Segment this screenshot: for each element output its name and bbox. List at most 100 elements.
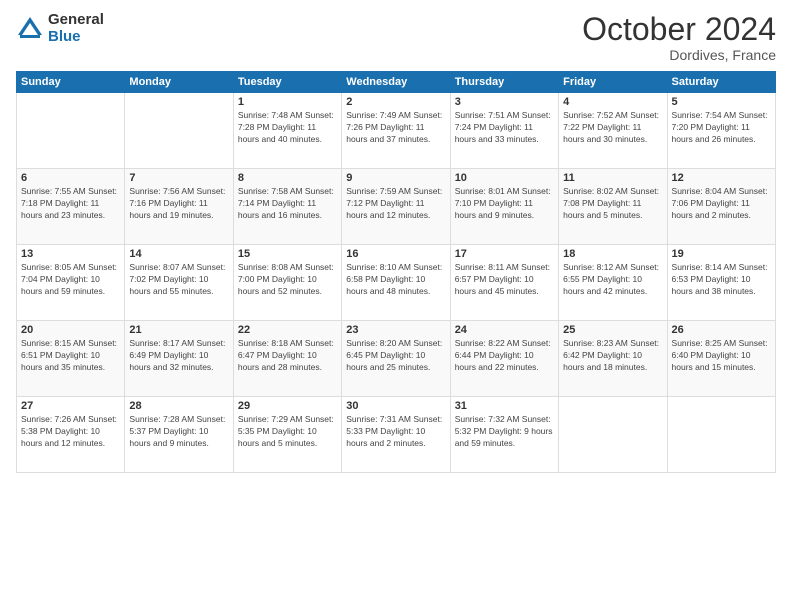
day-number: 31 xyxy=(455,400,554,412)
day-number: 27 xyxy=(21,400,120,412)
calendar-cell: 27 Sunrise: 7:26 AM Sunset: 5:38 PM Dayli… xyxy=(17,397,125,473)
calendar-table: Sunday Monday Tuesday Wednesday Thursday… xyxy=(16,71,776,473)
calendar-cell: 2 Sunrise: 7:49 AM Sunset: 7:26 PM Daylig… xyxy=(342,93,450,169)
day-info: Sunrise: 7:28 AM Sunset: 5:37 PM Dayligh… xyxy=(129,414,228,450)
calendar-cell: 1 Sunrise: 7:48 AM Sunset: 7:28 PM Daylig… xyxy=(233,93,341,169)
day-info: Sunrise: 7:58 AM Sunset: 7:14 PM Dayligh… xyxy=(238,186,337,222)
calendar-cell xyxy=(17,93,125,169)
day-info: Sunrise: 8:04 AM Sunset: 7:06 PM Dayligh… xyxy=(672,186,771,222)
day-number: 8 xyxy=(238,172,337,184)
month-title: October 2024 xyxy=(582,12,776,47)
title-block: October 2024 Dordives, France xyxy=(582,12,776,63)
calendar-cell: 3 Sunrise: 7:51 AM Sunset: 7:24 PM Daylig… xyxy=(450,93,558,169)
calendar-cell: 15 Sunrise: 8:08 AM Sunset: 7:00 PM Dayli… xyxy=(233,245,341,321)
day-number: 15 xyxy=(238,248,337,260)
header: General Blue October 2024 Dordives, Fran… xyxy=(16,12,776,63)
day-info: Sunrise: 8:05 AM Sunset: 7:04 PM Dayligh… xyxy=(21,262,120,298)
calendar-cell: 22 Sunrise: 8:18 AM Sunset: 6:47 PM Dayli… xyxy=(233,321,341,397)
header-row: Sunday Monday Tuesday Wednesday Thursday… xyxy=(17,72,776,93)
day-info: Sunrise: 8:01 AM Sunset: 7:10 PM Dayligh… xyxy=(455,186,554,222)
day-number: 11 xyxy=(563,172,662,184)
calendar-cell: 9Sunrise: 7:59 AM Sunset: 7:12 PM Daylig… xyxy=(342,169,450,245)
day-info: Sunrise: 8:18 AM Sunset: 6:47 PM Dayligh… xyxy=(238,338,337,374)
day-info: Sunrise: 7:32 AM Sunset: 5:32 PM Dayligh… xyxy=(455,414,554,450)
day-info: Sunrise: 7:55 AM Sunset: 7:18 PM Dayligh… xyxy=(21,186,120,222)
day-info: Sunrise: 7:56 AM Sunset: 7:16 PM Dayligh… xyxy=(129,186,228,222)
logo-icon xyxy=(16,15,44,43)
day-number: 5 xyxy=(672,96,771,108)
calendar-cell: 4 Sunrise: 7:52 AM Sunset: 7:22 PM Daylig… xyxy=(559,93,667,169)
calendar-cell: 17 Sunrise: 8:11 AM Sunset: 6:57 PM Dayli… xyxy=(450,245,558,321)
day-number: 29 xyxy=(238,400,337,412)
day-number: 12 xyxy=(672,172,771,184)
day-number: 3 xyxy=(455,96,554,108)
day-number: 18 xyxy=(563,248,662,260)
calendar-cell: 12 Sunrise: 8:04 AM Sunset: 7:06 PM Dayli… xyxy=(667,169,775,245)
day-number: 20 xyxy=(21,324,120,336)
col-wednesday: Wednesday xyxy=(342,72,450,93)
calendar-week-5: 27 Sunrise: 7:26 AM Sunset: 5:38 PM Dayli… xyxy=(17,397,776,473)
day-info: Sunrise: 8:08 AM Sunset: 7:00 PM Dayligh… xyxy=(238,262,337,298)
calendar-cell: 10Sunrise: 8:01 AM Sunset: 7:10 PM Dayli… xyxy=(450,169,558,245)
calendar-cell: 13 Sunrise: 8:05 AM Sunset: 7:04 PM Dayli… xyxy=(17,245,125,321)
calendar-cell: 19 Sunrise: 8:14 AM Sunset: 6:53 PM Dayli… xyxy=(667,245,775,321)
calendar-cell: 28 Sunrise: 7:28 AM Sunset: 5:37 PM Dayli… xyxy=(125,397,233,473)
day-number: 19 xyxy=(672,248,771,260)
calendar-cell: 26Sunrise: 8:25 AM Sunset: 6:40 PM Dayli… xyxy=(667,321,775,397)
page: General Blue October 2024 Dordives, Fran… xyxy=(0,0,792,612)
day-info: Sunrise: 8:11 AM Sunset: 6:57 PM Dayligh… xyxy=(455,262,554,298)
day-number: 2 xyxy=(346,96,445,108)
location: Dordives, France xyxy=(582,47,776,63)
day-info: Sunrise: 8:14 AM Sunset: 6:53 PM Dayligh… xyxy=(672,262,771,298)
day-info: Sunrise: 7:54 AM Sunset: 7:20 PM Dayligh… xyxy=(672,110,771,146)
day-info: Sunrise: 8:10 AM Sunset: 6:58 PM Dayligh… xyxy=(346,262,445,298)
col-thursday: Thursday xyxy=(450,72,558,93)
calendar-cell: 16 Sunrise: 8:10 AM Sunset: 6:58 PM Dayli… xyxy=(342,245,450,321)
day-number: 1 xyxy=(238,96,337,108)
calendar-week-2: 6Sunrise: 7:55 AM Sunset: 7:18 PM Daylig… xyxy=(17,169,776,245)
calendar-cell: 8 Sunrise: 7:58 AM Sunset: 7:14 PM Daylig… xyxy=(233,169,341,245)
day-info: Sunrise: 8:17 AM Sunset: 6:49 PM Dayligh… xyxy=(129,338,228,374)
calendar-week-3: 13 Sunrise: 8:05 AM Sunset: 7:04 PM Dayli… xyxy=(17,245,776,321)
day-number: 22 xyxy=(238,324,337,336)
calendar-cell: 21Sunrise: 8:17 AM Sunset: 6:49 PM Dayli… xyxy=(125,321,233,397)
day-info: Sunrise: 8:23 AM Sunset: 6:42 PM Dayligh… xyxy=(563,338,662,374)
day-info: Sunrise: 8:02 AM Sunset: 7:08 PM Dayligh… xyxy=(563,186,662,222)
day-info: Sunrise: 8:25 AM Sunset: 6:40 PM Dayligh… xyxy=(672,338,771,374)
calendar-cell: 14Sunrise: 8:07 AM Sunset: 7:02 PM Dayli… xyxy=(125,245,233,321)
day-number: 16 xyxy=(346,248,445,260)
day-info: Sunrise: 8:12 AM Sunset: 6:55 PM Dayligh… xyxy=(563,262,662,298)
col-saturday: Saturday xyxy=(667,72,775,93)
day-info: Sunrise: 7:59 AM Sunset: 7:12 PM Dayligh… xyxy=(346,186,445,222)
calendar-cell: 25 Sunrise: 8:23 AM Sunset: 6:42 PM Dayli… xyxy=(559,321,667,397)
logo-general-text: General xyxy=(48,12,104,29)
day-number: 4 xyxy=(563,96,662,108)
calendar-cell: 5 Sunrise: 7:54 AM Sunset: 7:20 PM Daylig… xyxy=(667,93,775,169)
day-number: 30 xyxy=(346,400,445,412)
day-number: 13 xyxy=(21,248,120,260)
day-info: Sunrise: 7:31 AM Sunset: 5:33 PM Dayligh… xyxy=(346,414,445,450)
day-info: Sunrise: 7:26 AM Sunset: 5:38 PM Dayligh… xyxy=(21,414,120,450)
day-number: 25 xyxy=(563,324,662,336)
col-tuesday: Tuesday xyxy=(233,72,341,93)
calendar-cell: 29Sunrise: 7:29 AM Sunset: 5:35 PM Dayli… xyxy=(233,397,341,473)
logo-text: General Blue xyxy=(48,12,104,45)
calendar-cell xyxy=(125,93,233,169)
logo: General Blue xyxy=(16,12,104,45)
day-info: Sunrise: 7:51 AM Sunset: 7:24 PM Dayligh… xyxy=(455,110,554,146)
day-number: 17 xyxy=(455,248,554,260)
day-number: 7 xyxy=(129,172,228,184)
calendar-cell: 24 Sunrise: 8:22 AM Sunset: 6:44 PM Dayli… xyxy=(450,321,558,397)
calendar-cell xyxy=(667,397,775,473)
calendar-cell: 30 Sunrise: 7:31 AM Sunset: 5:33 PM Dayli… xyxy=(342,397,450,473)
day-info: Sunrise: 8:20 AM Sunset: 6:45 PM Dayligh… xyxy=(346,338,445,374)
day-number: 24 xyxy=(455,324,554,336)
day-info: Sunrise: 7:49 AM Sunset: 7:26 PM Dayligh… xyxy=(346,110,445,146)
day-info: Sunrise: 8:22 AM Sunset: 6:44 PM Dayligh… xyxy=(455,338,554,374)
day-number: 28 xyxy=(129,400,228,412)
calendar-cell: 20Sunrise: 8:15 AM Sunset: 6:51 PM Dayli… xyxy=(17,321,125,397)
day-info: Sunrise: 8:07 AM Sunset: 7:02 PM Dayligh… xyxy=(129,262,228,298)
day-info: Sunrise: 7:48 AM Sunset: 7:28 PM Dayligh… xyxy=(238,110,337,146)
day-info: Sunrise: 7:52 AM Sunset: 7:22 PM Dayligh… xyxy=(563,110,662,146)
calendar-cell: 7 Sunrise: 7:56 AM Sunset: 7:16 PM Daylig… xyxy=(125,169,233,245)
